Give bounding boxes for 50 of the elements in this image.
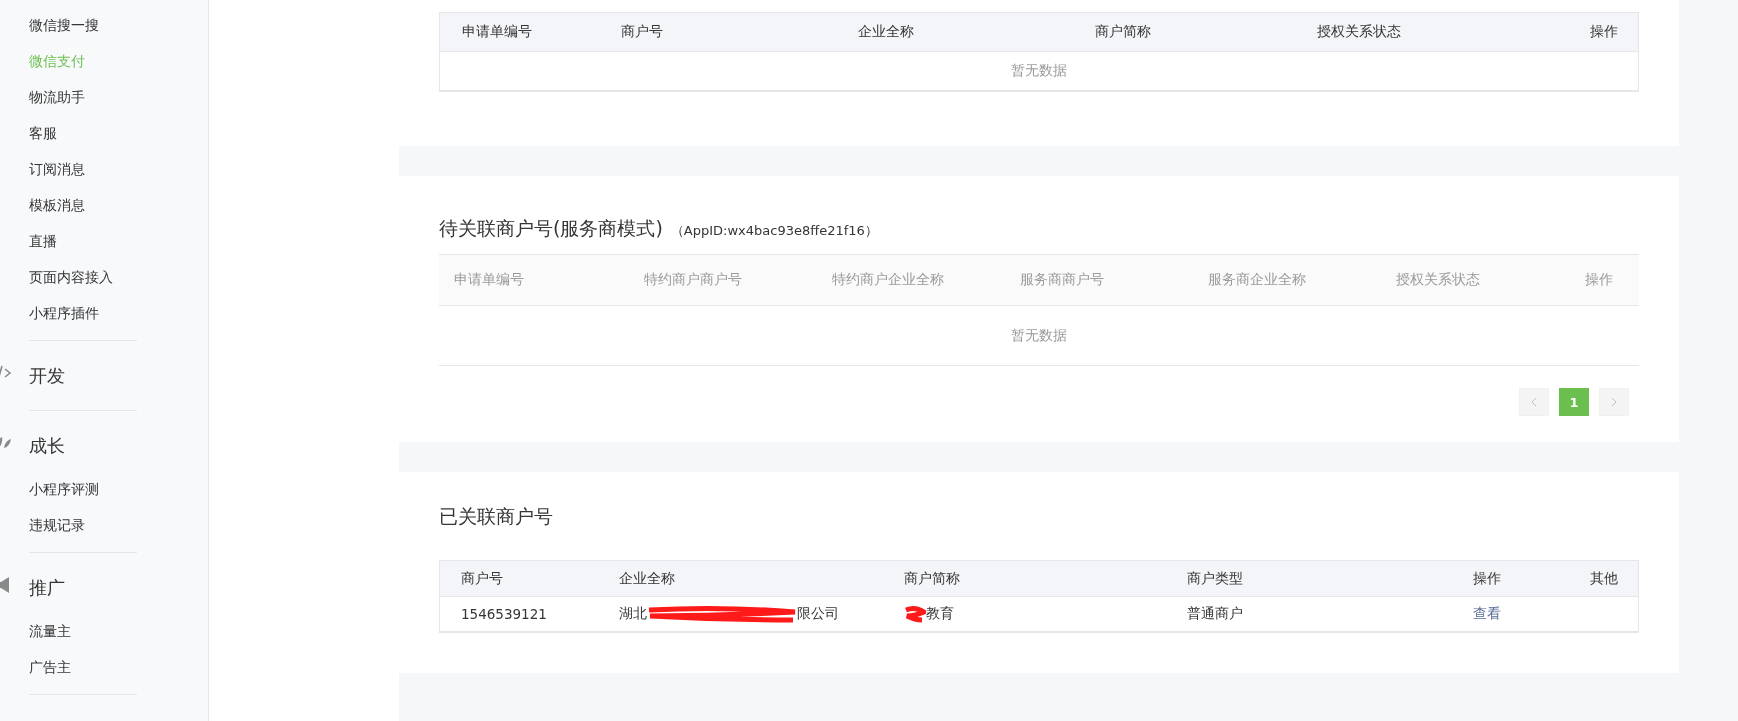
column-header: 商户简称 [1094, 23, 1152, 41]
company-name-end: 限公司 [797, 605, 839, 623]
app-id-note: （AppID:wx4bac93e8ffe21f16） [670, 222, 878, 240]
next-page-button[interactable] [1599, 388, 1629, 416]
column-header: 服务商商户号 [1019, 271, 1105, 289]
column-header: 申请单编号 [461, 23, 533, 41]
sidebar-item[interactable]: 违规记录 [0, 508, 208, 544]
column-header: 商户号 [460, 569, 504, 588]
column-header: 商户简称 [903, 569, 961, 588]
sidebar-item[interactable]: 小程序插件 [0, 296, 208, 332]
column-header: 授权关系状态 [1316, 23, 1402, 41]
empty-message: 暂无数据 [1010, 62, 1068, 80]
sidebar-item[interactable]: 微信搜一搜 [0, 8, 208, 44]
sidebar-item[interactable]: 直播 [0, 224, 208, 260]
sidebar-item[interactable]: 订阅消息 [0, 152, 208, 188]
column-header: 商户号 [620, 23, 664, 41]
column-header: 授权关系状态 [1395, 271, 1481, 289]
column-header: 其他 [1589, 569, 1619, 588]
column-header: 企业全称 [618, 569, 676, 588]
column-header: 服务商企业全称 [1207, 271, 1307, 289]
empty-message: 暂无数据 [1010, 326, 1068, 345]
column-header: 商户类型 [1186, 569, 1244, 588]
column-header: 特约商户企业全称 [831, 271, 945, 289]
redaction-scribble [904, 604, 926, 624]
chevron-right-icon [1611, 397, 1617, 407]
table-cell-text: 普通商户 [1186, 605, 1244, 623]
column-header: 特约商户商户号 [643, 271, 743, 289]
sidebar-item[interactable]: 客服 [0, 116, 208, 152]
sidebar-item[interactable]: 流量主 [0, 614, 208, 650]
column-header: 操作 [1472, 569, 1502, 588]
chevron-left-icon [1531, 397, 1537, 407]
card-title: 待关联商户号(服务商模式) [439, 216, 663, 241]
view-link[interactable]: 查看 [1473, 605, 1501, 623]
section-heading: 成长 [29, 433, 65, 458]
company-name-start: 湖北 [619, 605, 647, 623]
section-heading: 推广 [29, 575, 65, 600]
card-title: 已关联商户号 [439, 504, 553, 529]
sidebar-item[interactable]: 页面内容接入 [0, 260, 208, 296]
column-header: 操作 [1584, 271, 1614, 289]
sidebar-item[interactable]: 广告主 [0, 650, 208, 686]
sidebar-item[interactable]: 物流助手 [0, 80, 208, 116]
column-header: 申请单编号 [453, 271, 525, 289]
section-heading: 开发 [29, 363, 65, 388]
previous-page-button[interactable] [1519, 388, 1549, 416]
sidebar-item[interactable]: 模板消息 [0, 188, 208, 224]
short-name-end: 教育 [926, 605, 954, 623]
sidebar-item[interactable]: 小程序评测 [0, 472, 208, 508]
table-cell-text: 1546539121 [460, 606, 548, 622]
column-header: 企业全称 [857, 23, 915, 41]
column-header: 操作 [1589, 23, 1619, 41]
